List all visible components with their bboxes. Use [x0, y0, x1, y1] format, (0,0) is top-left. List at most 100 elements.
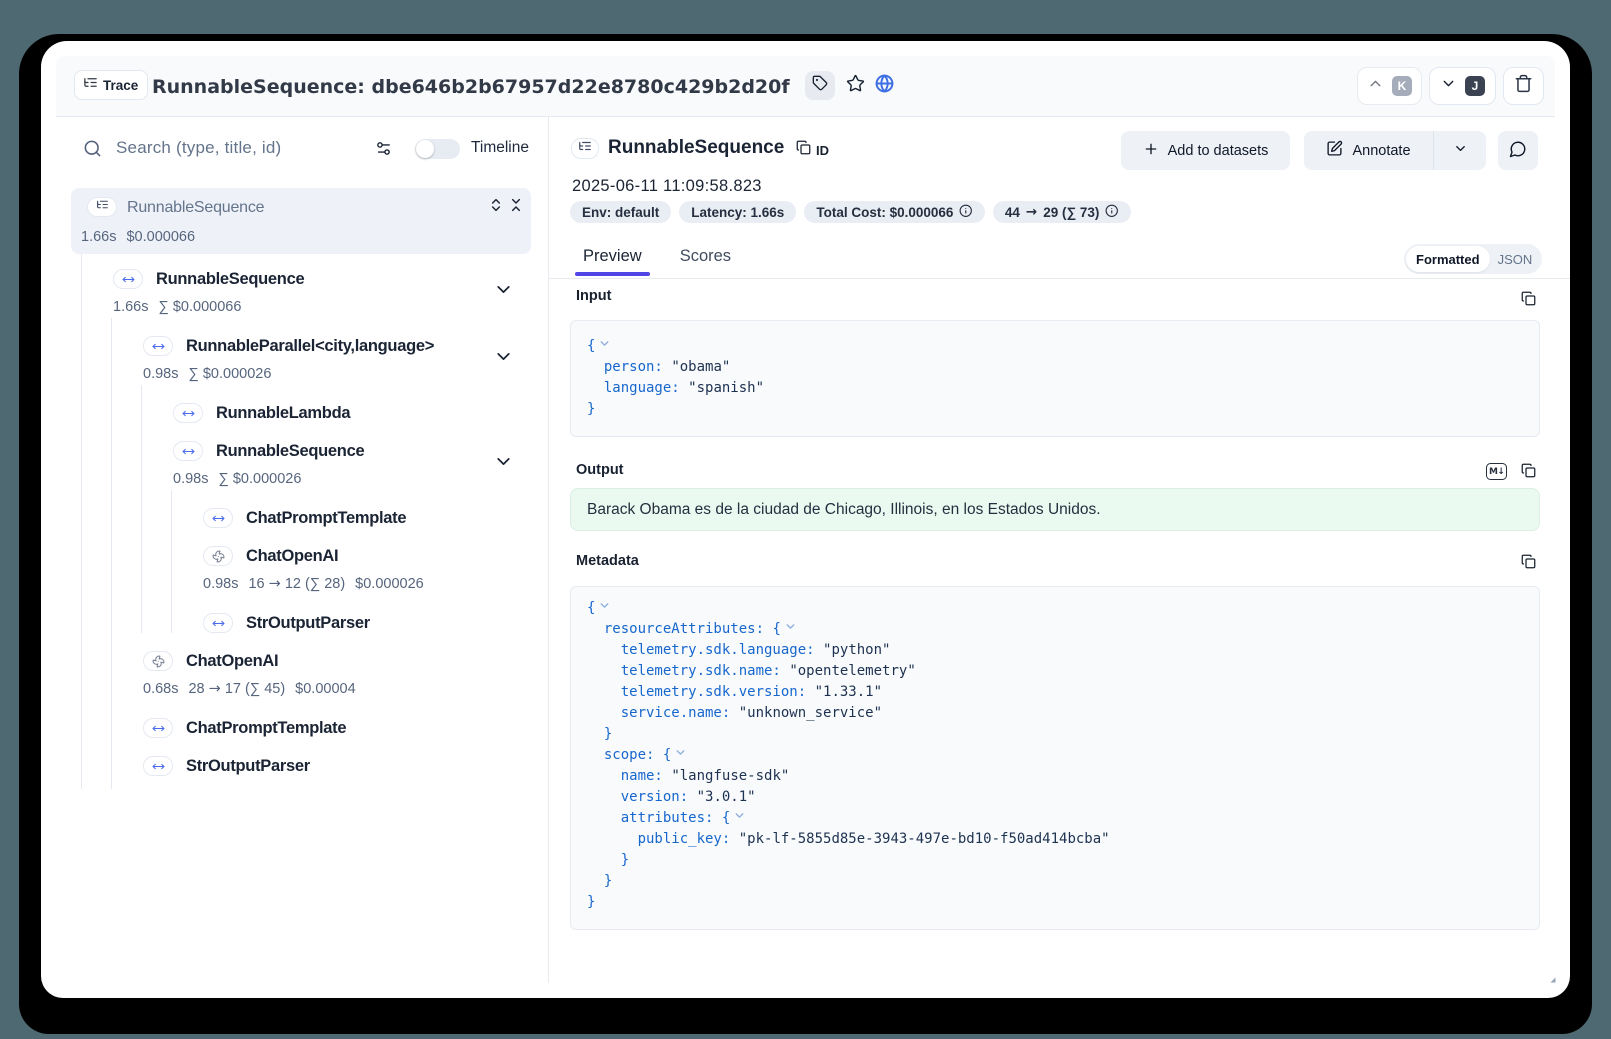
move-horizontal-icon [173, 403, 203, 423]
chevron-down-icon[interactable] [493, 279, 514, 305]
metadata-heading: Metadata [576, 553, 639, 569]
resize-grip-icon[interactable] [1550, 977, 1556, 983]
fan-icon [143, 651, 173, 671]
collapse-chevron-icon[interactable] [598, 336, 611, 357]
tree-item-label: StrOutputParser [186, 757, 310, 776]
trash-icon [1514, 74, 1533, 98]
previous-trace-button[interactable]: K [1357, 67, 1422, 105]
copy-icon[interactable] [1521, 463, 1536, 483]
expand-all-icon[interactable] [488, 197, 504, 218]
list-tree-icon [578, 139, 592, 158]
search-input[interactable]: Search (type, title, id) [116, 138, 281, 158]
tree-item[interactable]: RunnableLambda [173, 403, 531, 423]
bookmark-star-button[interactable] [844, 75, 866, 97]
kbd-j: J [1465, 76, 1485, 96]
observation-tree-sidebar: Search (type, title, id) Timeline Runnab… [56, 117, 548, 983]
move-horizontal-icon [203, 613, 233, 633]
trace-title: RunnableSequence: dbe646b2b67957d22e8780… [152, 56, 790, 117]
tree-item[interactable]: ChatOpenAI 0.98s16 → 12 (∑ 28)$0.000026 [203, 546, 531, 595]
copy-icon[interactable] [1521, 554, 1536, 574]
copy-id-button[interactable]: ID [796, 140, 829, 160]
tag-icon [812, 75, 828, 96]
tree-item[interactable]: ChatPromptTemplate [203, 508, 531, 528]
tree-item[interactable]: StrOutputParser [143, 756, 531, 776]
annotate-button[interactable]: Annotate [1304, 131, 1434, 170]
tree-item-label: ChatPromptTemplate [246, 509, 406, 528]
trace-badge: 44 → 29 (∑ 73) [993, 201, 1131, 223]
move-horizontal-icon [143, 718, 173, 738]
edit-pen-icon [1326, 140, 1343, 161]
trace-type-label: Trace [103, 78, 138, 93]
tree-item-metrics: 0.68s28 → 17 (∑ 45)$0.00004 [143, 681, 531, 696]
add-to-datasets-button[interactable]: Add to datasets [1121, 131, 1290, 170]
tree-item-label: RunnableLambda [216, 404, 350, 423]
markdown-toggle-label: M↓ [1489, 467, 1504, 477]
trace-badge: Env: default [570, 201, 671, 223]
chevron-down-icon[interactable] [493, 346, 514, 372]
collapse-chevron-icon[interactable] [674, 745, 687, 766]
copy-icon[interactable] [1521, 291, 1536, 311]
publish-globe-button[interactable] [873, 75, 895, 97]
tree-item-label: ChatOpenAI [246, 547, 338, 566]
annotate-dropdown[interactable] [1434, 131, 1486, 170]
tree-root-row[interactable]: RunnableSequence 1.66s $0.000066 [71, 188, 531, 254]
chevron-down-icon[interactable] [493, 451, 514, 477]
format-option-json[interactable]: JSON [1490, 252, 1541, 267]
globe-icon [875, 74, 894, 98]
tree-root-label: RunnableSequence [127, 199, 264, 217]
tree-item-label: RunnableSequence [156, 270, 304, 289]
collapse-chevron-icon[interactable] [598, 598, 611, 619]
move-horizontal-icon [173, 441, 203, 461]
timeline-label: Timeline [471, 139, 529, 157]
tree-item[interactable]: ChatPromptTemplate [143, 718, 531, 738]
observation-tree: RunnableSequence 1.66s $0.000066 Runnabl… [71, 188, 531, 789]
comments-button[interactable] [1498, 131, 1538, 170]
input-heading: Input [576, 288, 611, 304]
annotate-label: Annotate [1352, 143, 1410, 159]
tree-item[interactable]: RunnableParallel<city,language>0.98s∑ $0… [143, 336, 531, 385]
timeline-toggle[interactable] [415, 139, 460, 159]
delete-trace-button[interactable] [1503, 67, 1544, 105]
copy-icon [796, 140, 811, 160]
collapse-chevron-icon[interactable] [733, 808, 746, 829]
trace-type-badge: Trace [74, 70, 148, 100]
format-toggle: FormattedJSON [1404, 244, 1542, 274]
tree-item[interactable]: RunnableSequence 1.66s∑ $0.000066 [113, 269, 531, 318]
output-text: Barack Obama es de la ciudad de Chicago,… [587, 501, 1101, 519]
panel-type-pill [571, 138, 599, 159]
tree-item-metrics: 1.66s∑ $0.000066 [113, 299, 531, 314]
collapse-chevron-icon[interactable] [784, 619, 797, 640]
tab-preview[interactable]: Preview [575, 247, 650, 276]
tree-item-label: ChatPromptTemplate [186, 719, 346, 738]
move-horizontal-icon [143, 756, 173, 776]
trace-badges: Env: defaultLatency: 1.66sTotal Cost: $0… [570, 201, 1131, 223]
chevron-up-icon [1367, 75, 1384, 97]
tree-search-row: Search (type, title, id) Timeline [83, 138, 534, 158]
search-icon [83, 139, 102, 163]
chevron-down-icon [1440, 75, 1457, 97]
tree-item[interactable]: ChatOpenAI0.68s28 → 17 (∑ 45)$0.00004 [143, 651, 531, 700]
collapse-all-icon[interactable] [508, 197, 524, 218]
tree-item[interactable]: RunnableSequence0.98s∑ $0.000026 [173, 441, 531, 490]
tab-scores[interactable]: Scores [672, 247, 739, 276]
tree-item-metrics: 0.98s16 → 12 (∑ 28)$0.000026 [203, 576, 531, 591]
tree-item[interactable]: StrOutputParser [203, 613, 531, 633]
tree-item-label: RunnableParallel<city,language> [186, 337, 434, 356]
annotate-split-button[interactable]: Annotate [1304, 131, 1486, 170]
move-horizontal-icon [143, 336, 173, 356]
trace-badge: Total Cost: $0.000066 [804, 201, 985, 223]
filter-settings-icon[interactable] [375, 140, 392, 162]
output-heading: Output [576, 462, 624, 478]
markdown-toggle-icon[interactable]: M↓ [1486, 463, 1507, 480]
fan-icon [203, 546, 233, 566]
trace-timestamp: 2025-06-11 11:09:58.823 [572, 177, 762, 196]
tags-button[interactable] [805, 71, 835, 100]
peek-header: Trace RunnableSequence: dbe646b2b67957d2… [56, 56, 1555, 117]
tree-item-metrics: 0.98s∑ $0.000026 [173, 471, 531, 486]
star-icon [846, 74, 865, 98]
message-circle-icon [1509, 140, 1527, 162]
format-option-formatted[interactable]: Formatted [1406, 246, 1490, 272]
info-icon [959, 204, 973, 221]
next-trace-button[interactable]: J [1429, 67, 1496, 105]
list-tree-icon [83, 75, 98, 95]
